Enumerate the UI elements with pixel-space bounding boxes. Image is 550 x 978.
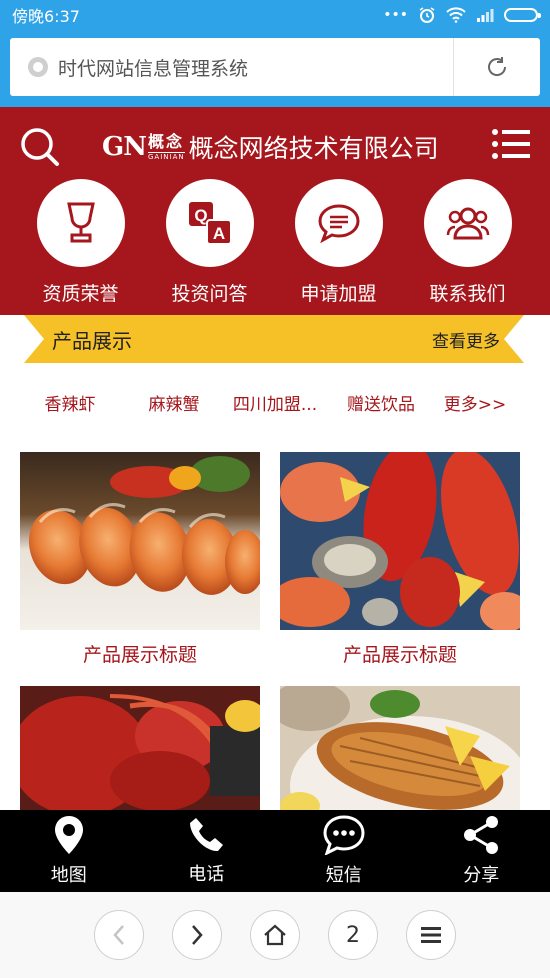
alarm-icon <box>419 7 435 23</box>
category-tab[interactable]: 香辣虾 <box>0 390 140 415</box>
action-label: 地图 <box>50 865 87 886</box>
quick-nav-label: 投资问答 <box>171 283 248 305</box>
quick-nav-join[interactable]: 申请加盟 <box>274 179 403 306</box>
chevron-left-icon <box>113 925 124 945</box>
chevron-right-icon <box>192 925 203 945</box>
menu-button[interactable] <box>492 129 530 159</box>
map-pin-icon <box>54 816 83 854</box>
action-map[interactable]: 地图 <box>0 810 138 892</box>
phone-icon <box>190 818 224 852</box>
category-more-link[interactable]: 更多>> <box>420 390 530 415</box>
category-tab[interactable]: 赠送饮品 <box>342 390 420 415</box>
address-bar-text: 时代网站信息管理系统 <box>58 57 249 80</box>
list-menu-icon <box>492 129 530 159</box>
quick-nav-label: 联系我们 <box>429 283 506 305</box>
quick-nav-circle: QA <box>165 179 254 267</box>
browser-nav-bar: 2 <box>0 892 550 978</box>
quick-nav-label: 申请加盟 <box>300 283 377 305</box>
quick-nav-circle <box>36 179 125 267</box>
reload-button[interactable] <box>454 38 540 96</box>
action-share[interactable]: 分享 <box>413 810 550 892</box>
view-more-link[interactable]: 查看更多 <box>432 327 500 352</box>
browser-toolbar: 时代网站信息管理系统 <box>0 30 550 107</box>
quick-nav-circle <box>294 179 383 267</box>
chat-bubble-icon <box>317 204 360 243</box>
svg-text:Q: Q <box>194 206 207 225</box>
trophy-icon <box>66 202 95 243</box>
category-tab[interactable]: 麻辣蟹 <box>140 390 208 415</box>
product-title[interactable]: 产品展示标题 <box>20 640 260 667</box>
sms-icon <box>323 815 365 855</box>
site-header: GN 概念 GAINIAN 概念网络技术有限公司 资质荣誉 QA 投资问答 申请… <box>0 107 550 315</box>
product-section-banner: 产品展示 查看更多 <box>24 315 524 363</box>
product-image-shrimp[interactable] <box>20 452 260 630</box>
address-bar[interactable]: 时代网站信息管理系统 <box>10 38 540 96</box>
svg-text:A: A <box>212 224 224 243</box>
forward-button[interactable] <box>172 910 222 960</box>
wifi-icon <box>446 7 466 23</box>
product-title[interactable]: 产品展示标题 <box>280 640 520 667</box>
status-icons: ••• <box>383 6 541 24</box>
quick-nav-circle <box>423 179 512 267</box>
category-tab[interactable]: 四川加盟... <box>208 390 342 415</box>
action-phone[interactable]: 电话 <box>138 810 276 892</box>
back-button[interactable] <box>94 910 144 960</box>
quick-nav-label: 资质荣誉 <box>42 283 119 305</box>
product-image-seafood-platter[interactable] <box>280 452 520 630</box>
qa-icon: QA <box>188 202 232 245</box>
search-icon <box>21 128 59 166</box>
company-name: 概念网络技术有限公司 <box>188 134 439 163</box>
quick-nav-contact[interactable]: 联系我们 <box>403 179 532 306</box>
quick-nav: 资质荣誉 QA 投资问答 申请加盟 联系我们 <box>0 179 550 306</box>
action-label: 电话 <box>188 864 225 885</box>
logo-mark-cn: 概念 <box>147 131 184 151</box>
home-button[interactable] <box>250 910 300 960</box>
notification-dots-icon: ••• <box>383 7 408 23</box>
category-tabs: 香辣虾 麻辣蟹 四川加盟... 赠送饮品 更多>> <box>0 382 550 422</box>
status-time: 傍晚6:37 <box>12 7 80 26</box>
battery-icon <box>504 8 541 22</box>
logo-mark: 概念 GAINIAN <box>147 131 185 161</box>
browser-menu-button[interactable] <box>406 910 456 960</box>
status-bar: 傍晚6:37 ••• <box>0 0 550 30</box>
home-icon <box>264 924 286 946</box>
bottom-action-bar: 地图 电话 短信 分享 <box>0 810 550 892</box>
contacts-icon <box>446 207 489 240</box>
logo-gn: GN <box>102 132 147 162</box>
quick-nav-honors[interactable]: 资质荣誉 <box>16 179 145 306</box>
hamburger-menu-icon <box>421 927 441 943</box>
search-button[interactable] <box>18 125 62 169</box>
product-card[interactable]: 产品展示标题 <box>280 452 520 667</box>
reload-icon <box>488 57 507 76</box>
tabs-button[interactable]: 2 <box>328 910 378 960</box>
product-section-title: 产品展示 <box>52 328 132 353</box>
signal-icon <box>477 9 494 22</box>
site-security-icon <box>28 57 48 77</box>
company-logo[interactable]: GN 概念 GAINIAN 概念网络技术有限公司 <box>102 125 439 169</box>
action-label: 短信 <box>325 865 362 886</box>
action-sms[interactable]: 短信 <box>275 810 413 892</box>
action-label: 分享 <box>463 865 500 886</box>
product-card[interactable]: 产品展示标题 <box>20 452 260 667</box>
share-icon <box>464 816 499 854</box>
quick-nav-qa[interactable]: QA 投资问答 <box>145 179 274 306</box>
logo-mark-en: GAINIAN <box>147 151 185 161</box>
